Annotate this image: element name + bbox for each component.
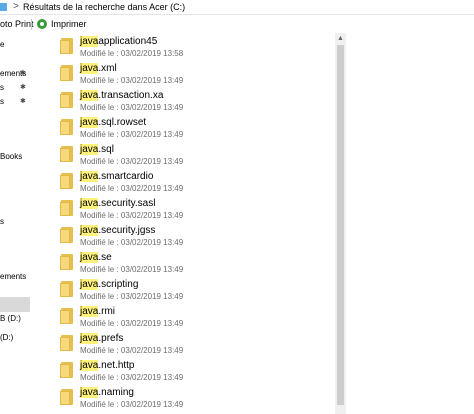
folder-icon <box>0 3 7 11</box>
breadcrumb[interactable]: Résultats de la recherche dans Acer (C:) <box>23 2 185 13</box>
toolbar-item-photo-print[interactable]: oto Print <box>0 19 34 30</box>
list-item[interactable]: java.security.sasl Modifié le : 03/02/20… <box>40 195 330 222</box>
item-modified: Modifié le : 03/02/2019 13:49 <box>80 184 184 193</box>
navigation-pane: e ements ✱ s ✱ s ✱ Books s ements B (D:)… <box>0 33 30 414</box>
item-name: java.smartcardio <box>80 171 154 182</box>
item-name: java.rmi <box>80 306 116 317</box>
item-name: java.scripting <box>80 279 139 290</box>
item-name: java.naming <box>80 387 134 398</box>
list-item[interactable]: java.sql.rowset Modifié le : 03/02/2019 … <box>40 114 330 141</box>
item-modified: Modifié le : 03/02/2019 13:58 <box>80 49 184 58</box>
item-modified: Modifié le : 03/02/2019 13:49 <box>80 103 184 112</box>
list-item[interactable]: java.security.jgss Modifié le : 03/02/20… <box>40 222 330 249</box>
folder-icon <box>60 146 73 162</box>
list-item[interactable]: java.scripting Modifié le : 03/02/2019 1… <box>40 276 330 303</box>
list-item[interactable]: javaapplication45 Modifié le : 03/02/201… <box>40 33 330 60</box>
item-modified: Modifié le : 03/02/2019 13:49 <box>80 346 184 355</box>
nav-item[interactable]: s <box>0 97 4 107</box>
folder-icon <box>60 227 73 243</box>
folder-icon <box>60 281 73 297</box>
list-item[interactable]: java.sql Modifié le : 03/02/2019 13:49 <box>40 141 330 168</box>
vertical-scrollbar[interactable]: ▲ <box>335 33 346 414</box>
folder-icon <box>60 335 73 351</box>
folder-icon <box>60 200 73 216</box>
item-modified: Modifié le : 03/02/2019 13:49 <box>80 76 184 85</box>
nav-item[interactable]: e <box>0 40 4 50</box>
item-name: java.security.sasl <box>80 198 156 209</box>
item-name: java.transaction.xa <box>80 90 164 101</box>
item-modified: Modifié le : 03/02/2019 13:49 <box>80 238 184 247</box>
item-name: java.sql <box>80 144 114 155</box>
folder-icon <box>60 389 73 405</box>
pin-icon: ✱ <box>20 84 26 91</box>
item-name: java.sql.rowset <box>80 117 147 128</box>
nav-item[interactable]: s <box>0 83 4 93</box>
item-modified: Modifié le : 03/02/2019 13:49 <box>80 265 184 274</box>
nav-item[interactable]: (D:) <box>0 333 13 343</box>
list-item[interactable]: java.xml Modifié le : 03/02/2019 13:49 <box>40 60 330 87</box>
nav-item[interactable]: s <box>0 217 4 227</box>
list-item[interactable]: java.prefs Modifié le : 03/02/2019 13:49 <box>40 330 330 357</box>
item-modified: Modifié le : 03/02/2019 13:49 <box>80 211 184 220</box>
nav-item[interactable]: Books <box>0 152 22 162</box>
scroll-up-icon[interactable]: ▲ <box>335 34 346 44</box>
item-name: java.prefs <box>80 333 124 344</box>
item-modified: Modifié le : 03/02/2019 13:49 <box>80 292 184 301</box>
toolbar-divider <box>31 19 32 30</box>
folder-icon <box>60 92 73 108</box>
list-item[interactable]: java.net.http Modifié le : 03/02/2019 13… <box>40 357 330 384</box>
folder-icon <box>60 119 73 135</box>
item-name: java.net.http <box>80 360 135 371</box>
nav-selected-highlight <box>0 297 30 312</box>
list-item[interactable]: java.rmi Modifié le : 03/02/2019 13:49 <box>40 303 330 330</box>
nav-item[interactable]: ements <box>0 272 26 282</box>
list-item[interactable]: java.smartcardio Modifié le : 03/02/2019… <box>40 168 330 195</box>
address-bar[interactable]: > Résultats de la recherche dans Acer (C… <box>0 0 474 15</box>
nav-item[interactable]: B (D:) <box>0 314 21 324</box>
item-modified: Modifié le : 03/02/2019 13:49 <box>80 319 184 328</box>
item-name: java.security.jgss <box>80 225 156 236</box>
pin-icon: ✱ <box>20 70 26 77</box>
item-modified: Modifié le : 03/02/2019 13:49 <box>80 130 184 139</box>
list-item[interactable]: java.transaction.xa Modifié le : 03/02/2… <box>40 87 330 114</box>
folder-icon <box>60 362 73 378</box>
chevron-right-icon[interactable]: > <box>13 1 19 13</box>
folder-icon <box>60 65 73 81</box>
list-item[interactable]: java.se Modifié le : 03/02/2019 13:49 <box>40 249 330 276</box>
folder-icon <box>60 308 73 324</box>
item-name: java.se <box>80 252 112 263</box>
item-name: javaapplication45 <box>80 36 158 47</box>
toolbar: oto Print Imprimer <box>0 15 474 33</box>
list-item[interactable]: java.naming Modifié le : 03/02/2019 13:4… <box>40 384 330 411</box>
folder-icon <box>60 254 73 270</box>
item-name: java.xml <box>80 63 117 74</box>
print-icon[interactable] <box>37 19 47 29</box>
scrollbar-thumb[interactable] <box>337 45 344 405</box>
folder-icon <box>60 173 73 189</box>
item-modified: Modifié le : 03/02/2019 13:49 <box>80 157 184 166</box>
pin-icon: ✱ <box>20 98 26 105</box>
search-results-list: javaapplication45 Modifié le : 03/02/201… <box>40 33 330 414</box>
item-modified: Modifié le : 03/02/2019 13:49 <box>80 373 184 382</box>
folder-icon <box>60 38 73 54</box>
print-button[interactable]: Imprimer <box>51 19 87 30</box>
item-modified: Modifié le : 03/02/2019 13:49 <box>80 400 184 409</box>
